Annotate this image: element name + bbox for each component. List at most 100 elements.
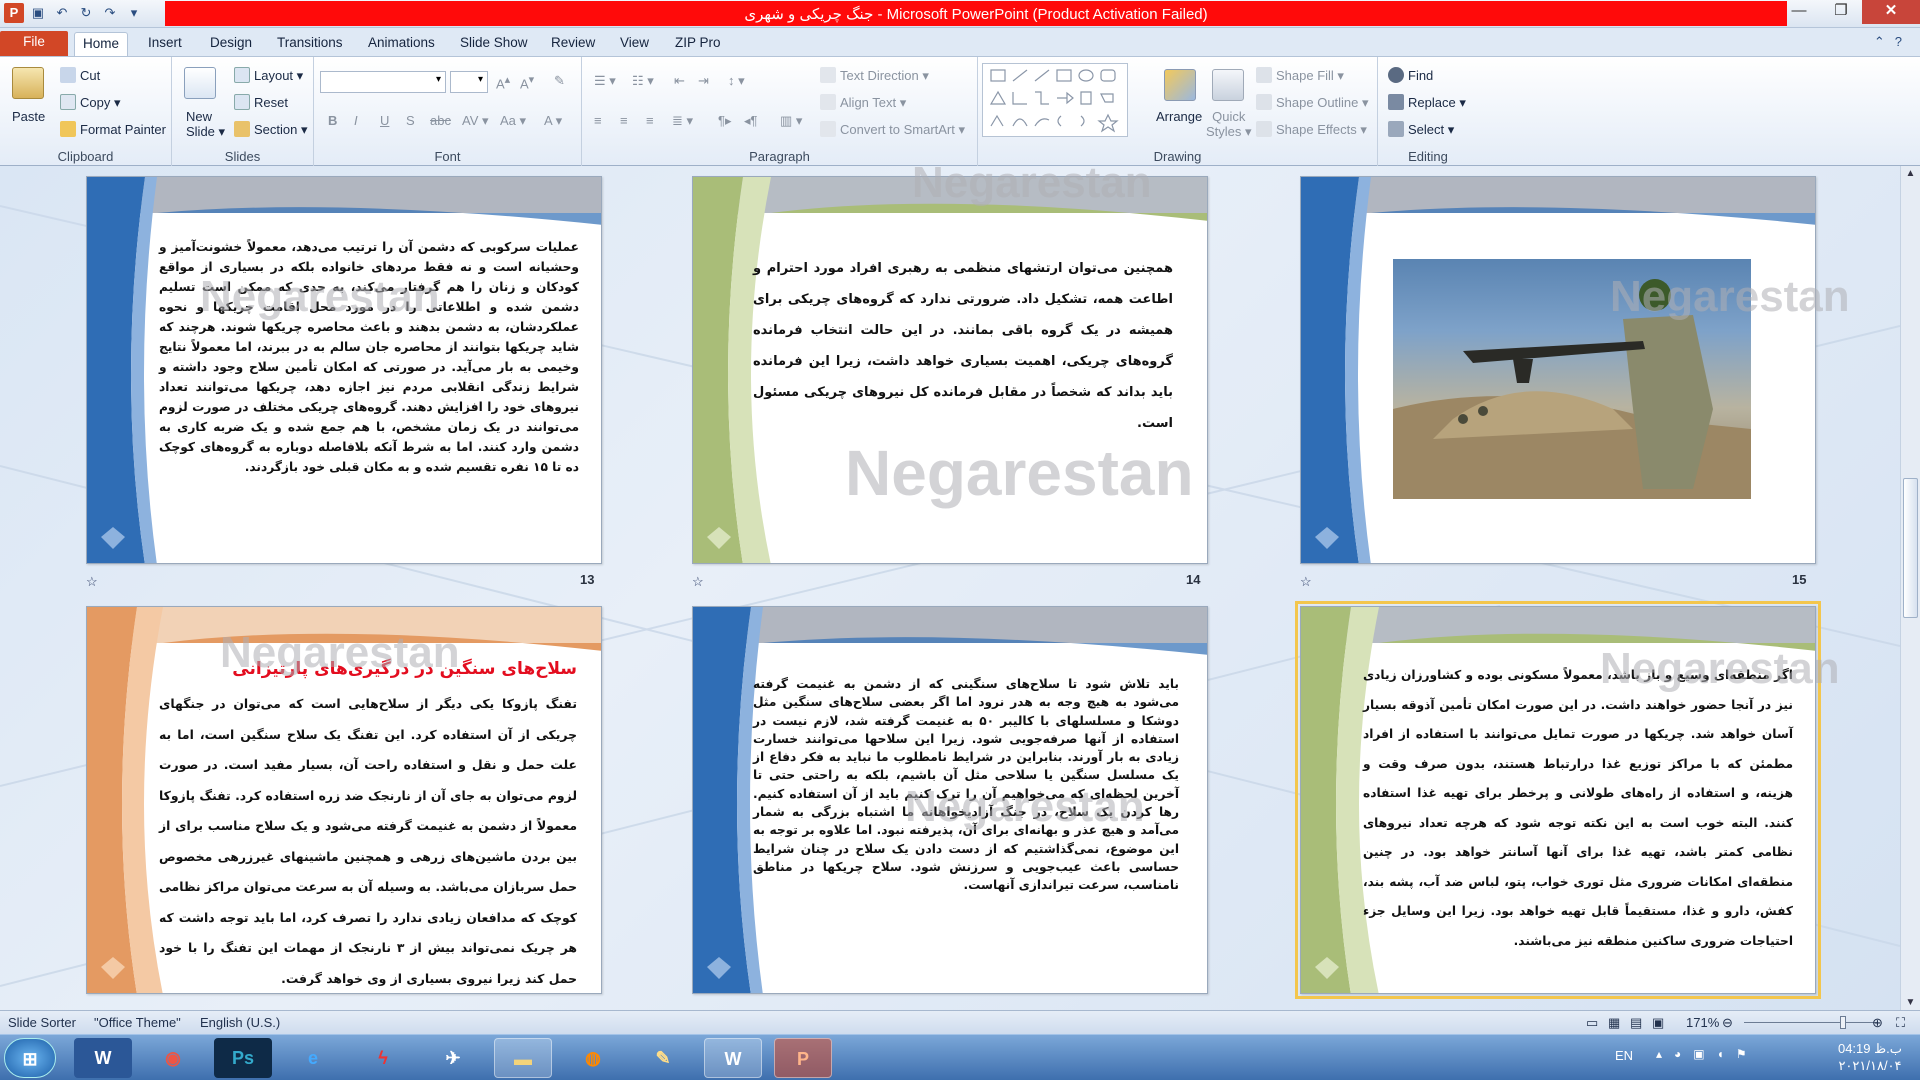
input-language[interactable]: EN: [1615, 1048, 1633, 1063]
maximize-button[interactable]: ❐: [1820, 0, 1862, 24]
tray-action-center-icon[interactable]: ▣: [1693, 1047, 1716, 1061]
vertical-scrollbar[interactable]: ▲ ▼: [1900, 166, 1920, 1010]
tab-home[interactable]: Home: [74, 32, 129, 56]
customize-qat-icon[interactable]: ▾: [124, 3, 144, 23]
line-spacing-icon[interactable]: ↕ ▾: [728, 73, 745, 89]
shape-effects-button[interactable]: Shape Effects ▾: [1256, 121, 1367, 138]
arrange-icon[interactable]: [1164, 69, 1196, 101]
text-direction-button[interactable]: Text Direction ▾: [820, 67, 929, 84]
tab-insert[interactable]: Insert: [140, 32, 190, 56]
slide-thumbnail-16[interactable]: سلاح‌های سنگین در درگیری‌های پارتیزانی ت…: [86, 606, 602, 994]
shape-fill-button[interactable]: Shape Fill ▾: [1256, 67, 1344, 84]
tray-flag-icon[interactable]: ⚑: [1736, 1047, 1759, 1061]
select-button[interactable]: Select ▾: [1388, 121, 1454, 138]
start-button[interactable]: ⊞: [4, 1038, 56, 1078]
underline-icon[interactable]: U: [380, 113, 389, 128]
convert-smartart-button[interactable]: Convert to SmartArt ▾: [820, 121, 965, 138]
slide-thumbnail-18[interactable]: اگر منطقه‌ای وسیع و باز باشد، معمولاً مس…: [1295, 601, 1821, 999]
zoom-in-icon[interactable]: ⊕: [1872, 1015, 1883, 1031]
numbering-icon[interactable]: ☷ ▾: [632, 73, 654, 89]
arrange-button[interactable]: Arrange: [1156, 109, 1202, 124]
zoom-level[interactable]: 171%: [1686, 1015, 1719, 1030]
taskbar-flash-icon[interactable]: ϟ: [354, 1038, 412, 1078]
tab-zip-pro[interactable]: ZIP Pro: [667, 32, 729, 56]
tab-design[interactable]: Design: [202, 32, 260, 56]
tab-transitions[interactable]: Transitions: [269, 32, 351, 56]
tab-animations[interactable]: Animations: [360, 32, 443, 56]
tray-volume-icon[interactable]: ◖: [1717, 1047, 1736, 1061]
justify-icon[interactable]: ≣ ▾: [672, 113, 693, 129]
shrink-font-icon[interactable]: A▾: [520, 73, 534, 91]
normal-view-icon[interactable]: ▭: [1586, 1015, 1598, 1031]
cut-button[interactable]: Cut: [60, 67, 100, 83]
clear-formatting-icon[interactable]: ✎: [554, 73, 565, 89]
taskbar-word-icon[interactable]: W: [74, 1038, 132, 1078]
scroll-down-icon[interactable]: ▼: [1901, 997, 1920, 1008]
paste-button[interactable]: Paste: [12, 109, 45, 124]
format-painter-button[interactable]: Format Painter: [60, 121, 166, 137]
increase-indent-icon[interactable]: ⇥: [698, 73, 709, 89]
align-center-icon[interactable]: ≡: [620, 113, 628, 128]
zoom-out-icon[interactable]: ⊖: [1722, 1015, 1733, 1031]
reading-view-icon[interactable]: ▤: [1630, 1015, 1642, 1031]
copy-button[interactable]: Copy ▾: [60, 94, 121, 111]
save-icon[interactable]: ▣: [28, 3, 48, 23]
shape-outline-button[interactable]: Shape Outline ▾: [1256, 94, 1369, 111]
tab-file[interactable]: File: [0, 31, 68, 56]
decrease-indent-icon[interactable]: ⇤: [674, 73, 685, 89]
tray-network-icon[interactable]: ◕: [1674, 1047, 1693, 1061]
undo-icon[interactable]: ↶: [52, 3, 72, 23]
slide-15-transition-icon[interactable]: ☆: [1300, 574, 1312, 590]
taskbar-clock[interactable]: 04:19 ب.ظ ۲۰۲۱/۱۸/۰۴: [1838, 1040, 1902, 1074]
bold-icon[interactable]: B: [328, 113, 337, 128]
slide-13-transition-icon[interactable]: ☆: [86, 574, 98, 590]
tab-review[interactable]: Review: [543, 32, 603, 56]
taskbar-powerpoint-icon[interactable]: P: [774, 1038, 832, 1078]
scroll-up-icon[interactable]: ▲: [1901, 168, 1920, 179]
italic-icon[interactable]: I: [354, 113, 358, 128]
slide-sorter-view-icon[interactable]: ▦: [1608, 1015, 1620, 1031]
taskbar-paint-icon[interactable]: ✎: [634, 1038, 692, 1078]
theme-status[interactable]: "Office Theme": [94, 1015, 181, 1030]
repeat-icon[interactable]: ↷: [100, 3, 120, 23]
help-icon[interactable]: ?: [1895, 34, 1912, 49]
grow-font-icon[interactable]: A▴: [496, 73, 510, 91]
zoom-slider-track[interactable]: [1744, 1022, 1878, 1023]
shadow-icon[interactable]: S: [406, 113, 415, 128]
quick-styles-button[interactable]: Quick Styles ▾: [1206, 109, 1252, 139]
align-text-button[interactable]: Align Text ▾: [820, 94, 906, 111]
ltr-icon[interactable]: ¶▸: [718, 113, 732, 129]
taskbar-telegram-icon[interactable]: ✈: [424, 1038, 482, 1078]
reset-button[interactable]: Reset: [234, 94, 288, 110]
strikethrough-icon[interactable]: abc: [430, 113, 451, 128]
columns-icon[interactable]: ▥ ▾: [780, 113, 802, 129]
taskbar-photoshop-icon[interactable]: Ps: [214, 1038, 272, 1078]
taskbar-chrome-icon[interactable]: ◉: [144, 1038, 202, 1078]
slideshow-view-icon[interactable]: ▣: [1652, 1015, 1664, 1031]
taskbar-firefox-icon[interactable]: ◍: [564, 1038, 622, 1078]
align-right-icon[interactable]: ≡: [646, 113, 654, 128]
new-slide-icon[interactable]: [184, 67, 216, 99]
taskbar-word-active-icon[interactable]: W: [704, 1038, 762, 1078]
quick-styles-icon[interactable]: [1212, 69, 1244, 101]
taskbar-ie-icon[interactable]: e: [284, 1038, 342, 1078]
powerpoint-logo-icon[interactable]: P: [4, 3, 24, 23]
layout-button[interactable]: Layout ▾: [234, 67, 303, 84]
slide-thumbnail-15[interactable]: [1300, 176, 1816, 564]
taskbar-explorer-icon[interactable]: ▬: [494, 1038, 552, 1078]
character-spacing-icon[interactable]: AV ▾: [462, 113, 489, 129]
rtl-icon[interactable]: ◂¶: [744, 113, 758, 129]
minimize-button[interactable]: —: [1778, 0, 1820, 24]
redo-icon[interactable]: ↻: [76, 3, 96, 23]
shapes-gallery[interactable]: [982, 63, 1128, 137]
paste-icon[interactable]: [12, 67, 44, 99]
new-slide-button[interactable]: New Slide ▾: [186, 109, 225, 139]
slide-thumbnail-17[interactable]: باید تلاش شود تا سلاح‌های سنگینی که از د…: [692, 606, 1208, 994]
fit-to-window-icon[interactable]: ⛶: [1896, 1015, 1905, 1031]
soldier-photo[interactable]: [1393, 259, 1751, 499]
slide-14-transition-icon[interactable]: ☆: [692, 574, 704, 590]
scroll-thumb[interactable]: [1903, 478, 1918, 618]
close-button[interactable]: ✕: [1862, 0, 1920, 24]
font-color-icon[interactable]: A ▾: [544, 113, 562, 129]
ribbon-minimize-icon[interactable]: ⌃: [1874, 34, 1895, 49]
